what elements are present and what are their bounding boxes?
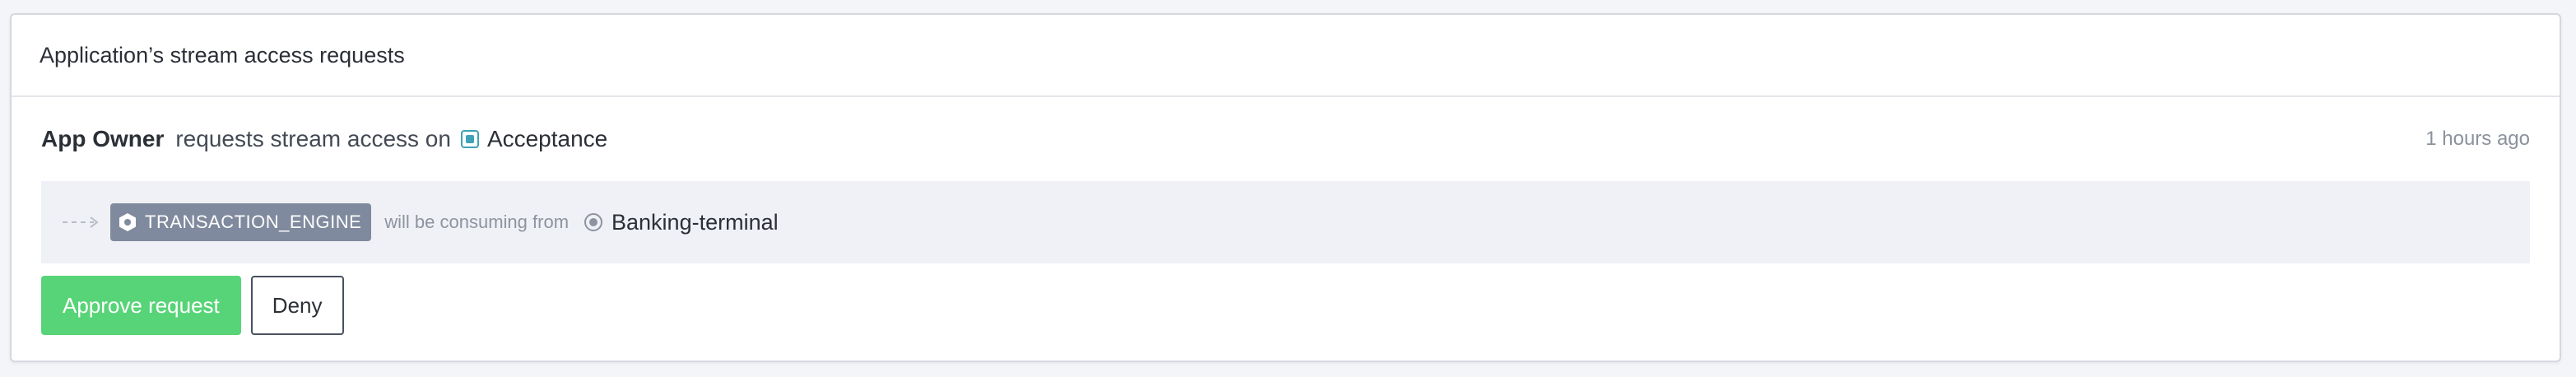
deny-button[interactable]: Deny: [250, 276, 344, 335]
stream-circle-icon: [584, 213, 603, 231]
approve-request-button[interactable]: Approve request: [41, 276, 241, 335]
request-summary: App Owner requests stream access on Acce…: [41, 97, 2530, 181]
request-action-text: requests stream access on: [175, 126, 451, 151]
request-item: App Owner requests stream access on Acce…: [12, 97, 2560, 347]
card-header: Application’s stream access requests: [12, 15, 2560, 97]
consumption-connector-text: will be consuming from: [384, 212, 570, 232]
stream-access-requests-card: Application’s stream access requests App…: [10, 13, 2561, 362]
card-title: Application’s stream access requests: [40, 42, 405, 67]
application-badge: TRANSACTION_ENGINE: [110, 203, 372, 241]
dashed-arrow-icon: [63, 216, 99, 228]
environment-name: Acceptance: [486, 126, 608, 151]
hexagon-icon: [119, 213, 136, 231]
request-actions: Approve request Deny: [41, 263, 2530, 347]
consumption-row: TRANSACTION_ENGINE will be consuming fro…: [41, 181, 2530, 263]
application-name: TRANSACTION_ENGINE: [145, 212, 362, 232]
environment-square-icon: [460, 130, 479, 148]
requester-name: App Owner: [41, 126, 165, 151]
request-timestamp: 1 hours ago: [2425, 128, 2530, 150]
stream-name: Banking-terminal: [611, 209, 779, 235]
